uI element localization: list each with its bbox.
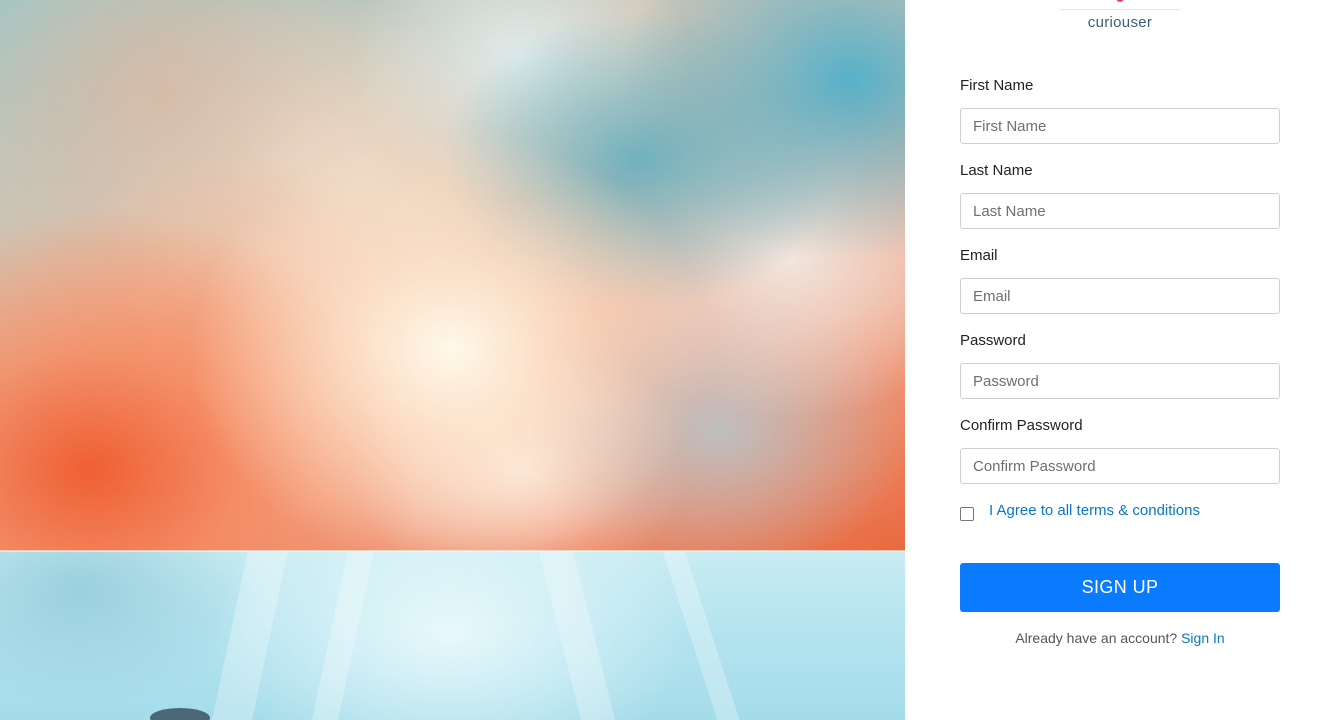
password-input[interactable] xyxy=(960,363,1280,399)
signin-prompt: Already have an account? xyxy=(1015,630,1178,646)
logo-mark-icon xyxy=(1116,0,1124,2)
signup-panel: curiouser First Name Last Name Email Pas… xyxy=(905,0,1336,720)
last-name-label: Last Name xyxy=(960,162,1033,179)
confirm-password-field: Confirm Password xyxy=(960,416,1280,501)
brand-logo[interactable]: curiouser xyxy=(1060,0,1180,40)
confirm-password-input[interactable] xyxy=(960,448,1280,484)
password-label: Password xyxy=(960,332,1026,349)
sign-up-button[interactable]: SIGN UP xyxy=(960,563,1280,612)
first-name-field: First Name xyxy=(960,76,1280,161)
email-field: Email xyxy=(960,246,1280,331)
hero-sky-top xyxy=(0,0,905,551)
terms-link[interactable]: I Agree to all terms & conditions xyxy=(989,502,1200,519)
hero-seam xyxy=(0,550,905,552)
confirm-password-label: Confirm Password xyxy=(960,417,1083,434)
email-input[interactable] xyxy=(960,278,1280,314)
terms-row: I Agree to all terms & conditions xyxy=(960,500,1280,524)
signup-form: First Name Last Name Email Password Conf… xyxy=(960,76,1280,501)
logo-divider xyxy=(1060,9,1180,10)
password-field: Password xyxy=(960,331,1280,416)
hero-sky-bottom xyxy=(0,551,905,720)
first-name-input[interactable] xyxy=(960,108,1280,144)
email-label: Email xyxy=(960,247,998,264)
terms-checkbox[interactable] xyxy=(960,507,974,521)
sign-in-link[interactable]: Sign In xyxy=(1181,630,1225,646)
signup-page: curiouser First Name Last Name Email Pas… xyxy=(0,0,1336,720)
last-name-input[interactable] xyxy=(960,193,1280,229)
first-name-label: First Name xyxy=(960,77,1034,94)
last-name-field: Last Name xyxy=(960,161,1280,246)
signin-row: Already have an account? Sign In xyxy=(960,630,1280,646)
hero-image xyxy=(0,0,905,720)
logo-text: curiouser xyxy=(1087,14,1153,31)
